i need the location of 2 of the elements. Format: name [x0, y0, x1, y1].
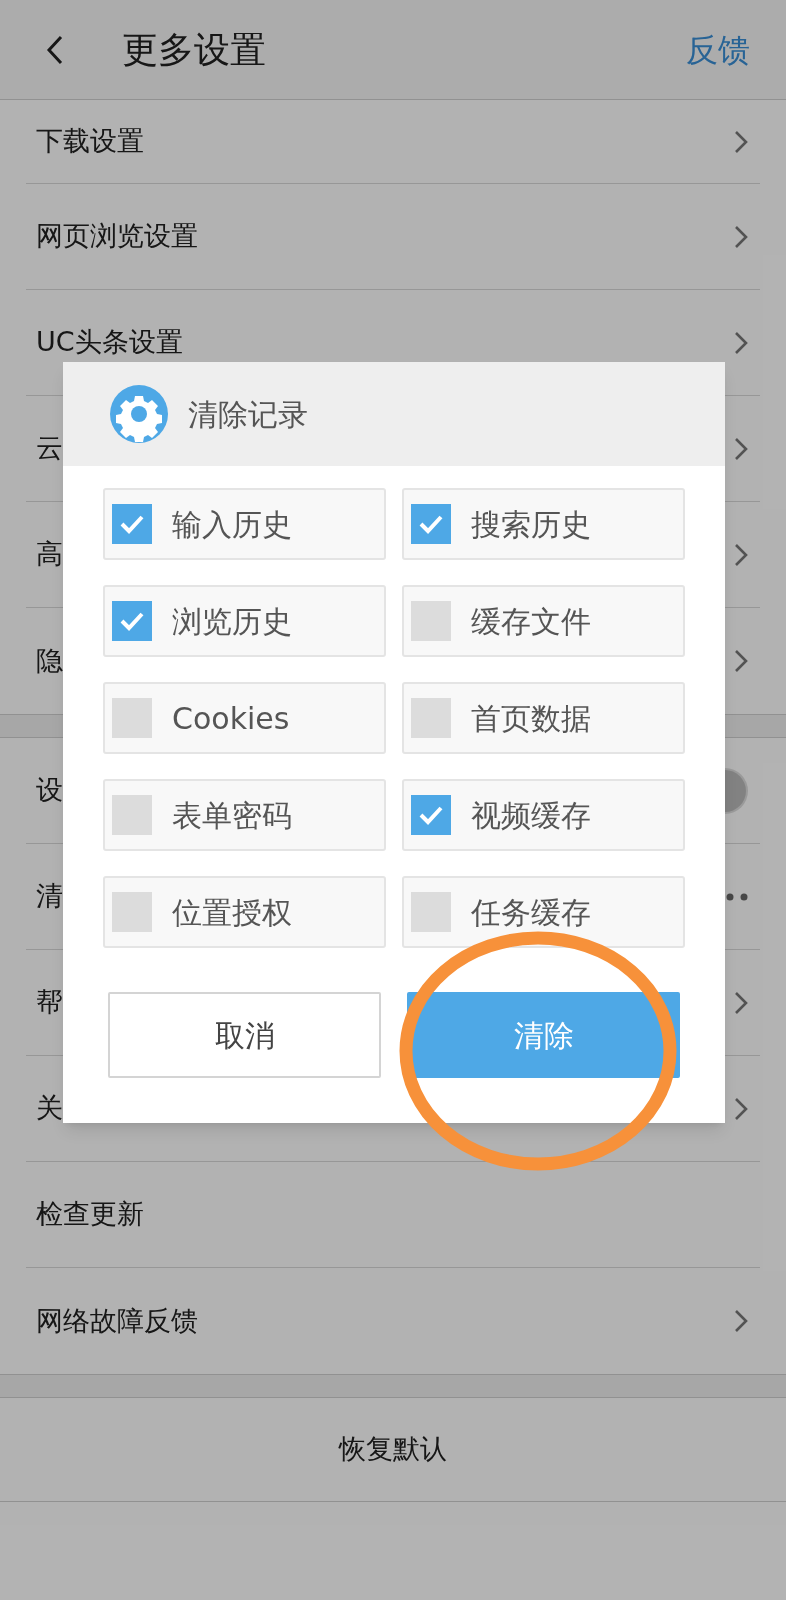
dialog-title: 清除记录	[188, 395, 308, 434]
page-title: 更多设置	[122, 27, 267, 72]
